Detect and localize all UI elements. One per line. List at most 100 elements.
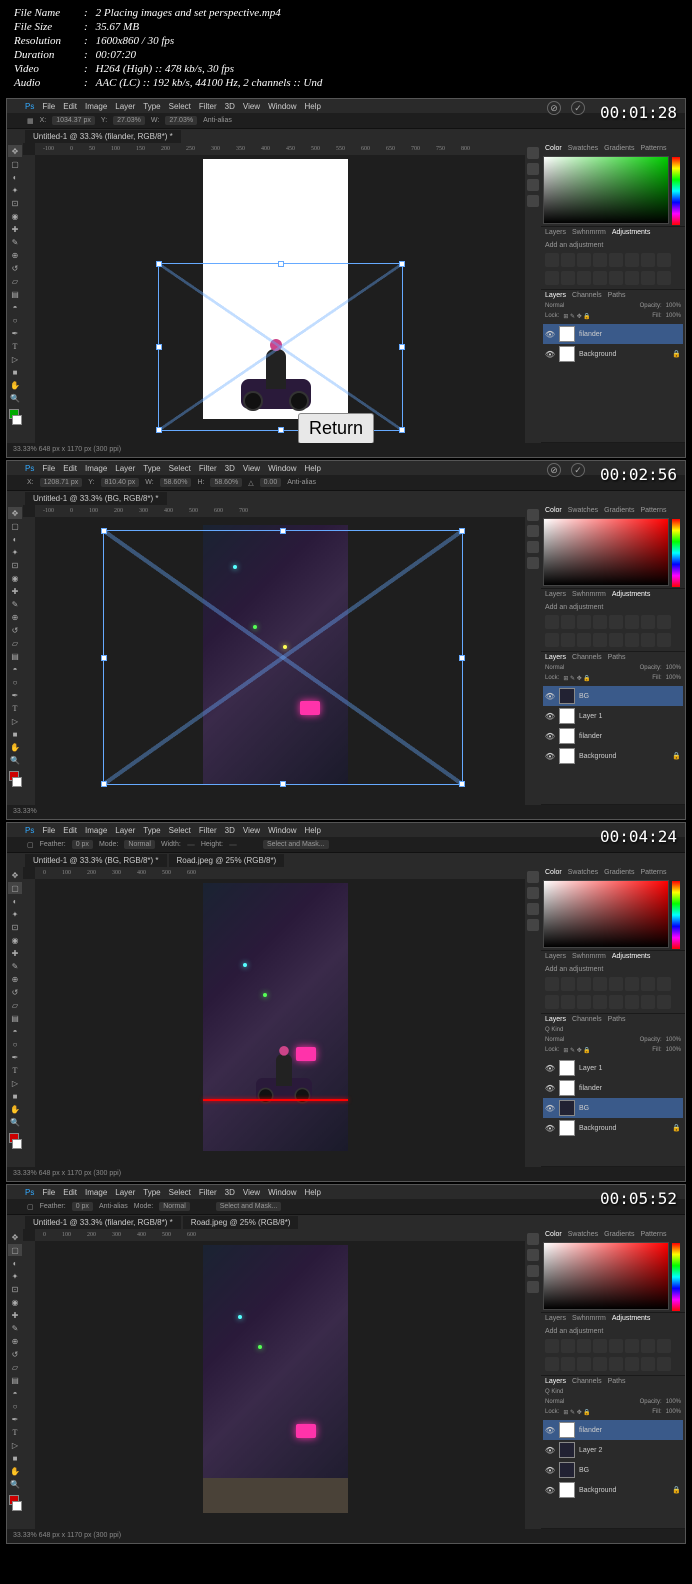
tool-preset-icon[interactable]: ▦ bbox=[27, 117, 34, 125]
layer-name[interactable]: filander bbox=[579, 331, 602, 338]
history-brush-tool[interactable]: ↺ bbox=[8, 262, 22, 274]
type-tool[interactable]: T bbox=[8, 340, 22, 352]
pen-tool[interactable]: ✒ bbox=[8, 327, 22, 339]
panel-icon[interactable] bbox=[527, 147, 539, 159]
zoom-tool[interactable]: 🔍 bbox=[8, 392, 22, 404]
layer-thumbnail[interactable] bbox=[559, 346, 575, 362]
adj-channel-mixer-icon[interactable] bbox=[561, 271, 575, 285]
adj-colorbalance-icon[interactable] bbox=[641, 253, 655, 267]
transform-handle-bm[interactable] bbox=[278, 427, 284, 433]
menu-view[interactable]: View bbox=[243, 102, 260, 111]
layer-thumbnail[interactable] bbox=[559, 326, 575, 342]
healing-tool[interactable]: ✚ bbox=[8, 223, 22, 235]
menu-window[interactable]: Window bbox=[268, 102, 296, 111]
dodge-tool[interactable]: ○ bbox=[8, 314, 22, 326]
menu-3d[interactable]: 3D bbox=[225, 102, 235, 111]
tab-adjustments[interactable]: Adjustments bbox=[612, 229, 651, 236]
adj-posterize-icon[interactable] bbox=[609, 271, 623, 285]
transform-handle-bl[interactable] bbox=[156, 427, 162, 433]
menu-edit[interactable]: Edit bbox=[63, 102, 77, 111]
adj-brightness-icon[interactable] bbox=[545, 253, 559, 267]
adj-curves-icon[interactable] bbox=[577, 253, 591, 267]
menu-layer[interactable]: Layer bbox=[115, 102, 135, 111]
wand-tool[interactable]: ✦ bbox=[8, 184, 22, 196]
adj-hue-icon[interactable] bbox=[625, 253, 639, 267]
menu-image[interactable]: Image bbox=[85, 102, 107, 111]
cancel-transform-icon[interactable]: ⊘ bbox=[547, 463, 561, 477]
blend-mode-select[interactable]: Normal bbox=[545, 303, 564, 309]
shape-tool[interactable]: ■ bbox=[8, 366, 22, 378]
layer-row[interactable]: 👁Background🔒 bbox=[543, 746, 683, 766]
adj-gradmap-icon[interactable] bbox=[641, 271, 655, 285]
transform-y[interactable]: 27.03% bbox=[113, 116, 145, 125]
free-transform-bounds[interactable] bbox=[103, 530, 463, 785]
layer-row[interactable]: 👁 filander bbox=[543, 324, 683, 344]
select-and-mask-button[interactable]: Select and Mask... bbox=[216, 1202, 282, 1211]
adj-vibrance-icon[interactable] bbox=[609, 253, 623, 267]
adj-levels-icon[interactable] bbox=[561, 253, 575, 267]
panel-icon[interactable] bbox=[527, 163, 539, 175]
panel-icon[interactable] bbox=[527, 195, 539, 207]
tab-gradients[interactable]: Gradients bbox=[604, 145, 634, 152]
canvas-viewport[interactable]: -100050100150200250300350400450500550600… bbox=[23, 143, 525, 443]
transform-w[interactable]: 27.03% bbox=[165, 116, 197, 125]
tab-swatches[interactable]: Swatches bbox=[568, 145, 598, 152]
stamp-tool[interactable]: ⊕ bbox=[8, 249, 22, 261]
adj-invert-icon[interactable] bbox=[593, 271, 607, 285]
opacity-input[interactable]: 100% bbox=[666, 303, 681, 309]
path-tool[interactable]: ▷ bbox=[8, 353, 22, 365]
panel-icon[interactable] bbox=[527, 179, 539, 191]
blur-tool[interactable]: ◓ bbox=[8, 301, 22, 313]
tab-paths[interactable]: Paths bbox=[608, 292, 626, 299]
transform-handle-ml[interactable] bbox=[156, 344, 162, 350]
canvas-viewport[interactable]: -1000100200300400500600700 bbox=[23, 505, 525, 805]
adj-photo-filter-icon[interactable] bbox=[545, 271, 559, 285]
crop-tool[interactable]: ⊡ bbox=[8, 197, 22, 209]
layer-row[interactable]: 👁Background🔒 bbox=[543, 344, 683, 364]
free-transform-bounds[interactable] bbox=[158, 263, 403, 431]
lasso-tool[interactable]: ◐ bbox=[8, 171, 22, 183]
brush-tool[interactable]: ✎ bbox=[8, 236, 22, 248]
marquee-tool-icon[interactable]: ▢ bbox=[27, 841, 34, 849]
visibility-toggle-icon[interactable]: 👁 bbox=[545, 329, 555, 339]
commit-transform-icon[interactable]: ✓ bbox=[571, 463, 585, 477]
cancel-transform-icon[interactable]: ⊘ bbox=[547, 101, 561, 115]
marquee-tool[interactable]: ▢ bbox=[8, 158, 22, 170]
adj-selective-icon[interactable] bbox=[657, 271, 671, 285]
layer-name[interactable]: Background bbox=[579, 351, 616, 358]
gradient-tool[interactable]: ▤ bbox=[8, 288, 22, 300]
transform-handle-tm[interactable] bbox=[278, 261, 284, 267]
layer-row[interactable]: 👁filander bbox=[543, 726, 683, 746]
fill-input[interactable]: 100% bbox=[666, 313, 681, 320]
color-swatches[interactable] bbox=[8, 409, 22, 425]
menu-file[interactable]: File bbox=[42, 102, 55, 111]
document-canvas[interactable] bbox=[203, 883, 348, 1151]
hue-slider[interactable] bbox=[672, 157, 680, 225]
transform-handle-tl[interactable] bbox=[156, 261, 162, 267]
visibility-toggle-icon[interactable]: 👁 bbox=[545, 349, 555, 359]
transform-x[interactable]: 1034.37 px bbox=[52, 116, 95, 125]
commit-transform-icon[interactable]: ✓ bbox=[571, 101, 585, 115]
hand-tool[interactable]: ✋ bbox=[8, 379, 22, 391]
adj-bw-icon[interactable] bbox=[657, 253, 671, 267]
select-and-mask-button[interactable]: Select and Mask... bbox=[263, 840, 329, 849]
transform-handle-tr[interactable] bbox=[399, 261, 405, 267]
antialias-checkbox[interactable]: Anti-alias bbox=[203, 117, 232, 124]
menu-filter[interactable]: Filter bbox=[199, 102, 217, 111]
move-tool[interactable]: ✥ bbox=[8, 145, 22, 157]
lock-icons[interactable]: ⊞ ✎ ✥ 🔒 bbox=[563, 313, 591, 320]
menu-help[interactable]: Help bbox=[305, 102, 321, 111]
eraser-tool[interactable]: ▱ bbox=[8, 275, 22, 287]
adj-exposure-icon[interactable] bbox=[593, 253, 607, 267]
transform-handle-br[interactable] bbox=[399, 427, 405, 433]
tab-layers[interactable]: Layers bbox=[545, 292, 566, 299]
adj-threshold-icon[interactable] bbox=[625, 271, 639, 285]
document-canvas[interactable] bbox=[203, 1245, 348, 1513]
eyedropper-tool[interactable]: ◉ bbox=[8, 210, 22, 222]
menu-type[interactable]: Type bbox=[143, 102, 160, 111]
transform-handle-mr[interactable] bbox=[399, 344, 405, 350]
menu-select[interactable]: Select bbox=[169, 102, 191, 111]
document-tab[interactable]: Untitled-1 @ 33.3% (BG, RGB/8*) * bbox=[25, 492, 167, 505]
tab-channels[interactable]: Channels bbox=[572, 292, 602, 299]
layer-row[interactable]: 👁Layer 1 bbox=[543, 706, 683, 726]
